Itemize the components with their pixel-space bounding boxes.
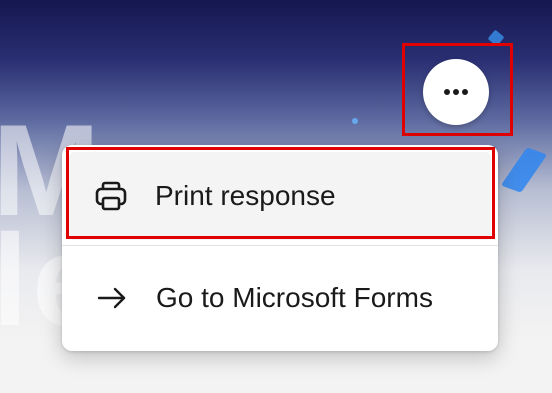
more-options-button[interactable] <box>423 59 489 125</box>
decorative-shape <box>352 118 358 124</box>
menu-item-go-to-microsoft-forms[interactable]: Go to Microsoft Forms <box>62 249 498 347</box>
menu-divider <box>62 245 498 246</box>
menu-item-label: Go to Microsoft Forms <box>156 282 433 313</box>
printer-icon <box>91 176 131 216</box>
menu-item-print-response[interactable]: Print response <box>69 152 491 240</box>
more-options-menu: Print response Go to Microsoft Forms <box>62 145 498 351</box>
arrow-right-icon <box>92 278 132 318</box>
menu-item-label: Print response <box>155 180 336 211</box>
more-horizontal-icon <box>443 88 469 96</box>
